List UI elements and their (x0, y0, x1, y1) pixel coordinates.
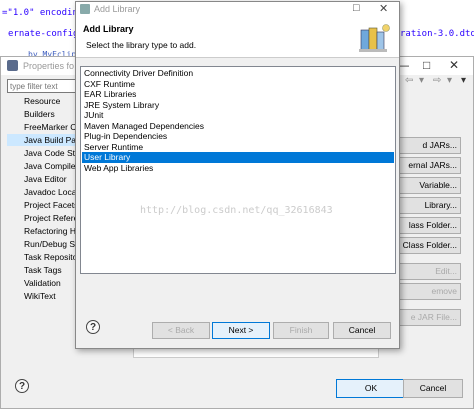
tree-item-java-compiler[interactable]: Java Compiler (7, 160, 79, 172)
tree-item-javadoc-location[interactable]: Javadoc Locat (7, 186, 79, 198)
help-icon[interactable]: ? (86, 320, 100, 334)
add-class-folder-button[interactable]: lass Folder... (391, 217, 461, 234)
add-variable-button[interactable]: Variable... (391, 177, 461, 194)
add-library-title-bar: Add Library □ ✕ (76, 2, 399, 16)
edit-button[interactable]: Edit... (391, 263, 461, 280)
tree-item-validation[interactable]: Validation (7, 277, 79, 289)
list-item[interactable]: Connectivity Driver Definition (82, 68, 394, 79)
list-item[interactable]: JUnit (82, 110, 394, 121)
add-library-dialog: Add Library □ ✕ Add Library Select the l… (75, 1, 400, 349)
tree-item-freemarker[interactable]: FreeMarker C (7, 121, 79, 133)
navigation-toolbar: ⇦ ▾ ⇨ ▾ ▾ (399, 75, 473, 89)
wizard-heading: Add Library (83, 24, 134, 34)
property-page-tree: Resource Builders FreeMarker C Java Buil… (7, 95, 79, 305)
help-icon[interactable]: ? (15, 379, 29, 393)
ok-button[interactable]: OK (336, 379, 406, 398)
list-item[interactable]: CXF Runtime (82, 79, 394, 90)
tree-item-java-code-style[interactable]: Java Code Sty (7, 147, 79, 159)
cancel-button[interactable]: Cancel (403, 379, 463, 398)
finish-button[interactable]: Finish (273, 322, 329, 339)
list-item[interactable]: Plug-in Dependencies (82, 131, 394, 142)
add-jars-button[interactable]: d JARs... (391, 137, 461, 154)
library-type-list[interactable]: Connectivity Driver Definition CXF Runti… (80, 66, 396, 274)
watermark-text: http://blog.csdn.net/qq_32616843 (140, 205, 333, 216)
tree-item-project-references[interactable]: Project Refere (7, 212, 79, 224)
wizard-header: Add Library Select the library type to a… (76, 16, 399, 58)
tree-item-refactoring-history[interactable]: Refactoring H (7, 225, 79, 237)
library-books-icon (359, 24, 390, 52)
migrate-jar-button[interactable]: e JAR File... (391, 309, 461, 326)
list-item-user-library[interactable]: User Library (82, 152, 394, 163)
eclipse-icon (7, 60, 18, 71)
tree-item-task-tags[interactable]: Task Tags (7, 264, 79, 276)
close-icon[interactable]: ✕ (379, 2, 388, 15)
tree-item-resource[interactable]: Resource (7, 95, 79, 107)
maximize-icon[interactable]: □ (423, 58, 430, 72)
filter-input[interactable] (7, 79, 77, 93)
list-item[interactable]: Server Runtime (82, 142, 394, 153)
tree-item-java-editor[interactable]: Java Editor (7, 173, 79, 185)
tree-item-project-facets[interactable]: Project Facets (7, 199, 79, 211)
list-item[interactable]: Maven Managed Dependencies (82, 121, 394, 132)
editor-line: ration-3.0.dtd" (400, 29, 474, 39)
list-item[interactable]: EAR Libraries (82, 89, 394, 100)
maximize-icon[interactable]: □ (353, 2, 360, 14)
list-item[interactable]: Web App Libraries (82, 163, 394, 174)
add-library-button[interactable]: Library... (391, 197, 461, 214)
close-icon[interactable]: ✕ (449, 58, 459, 72)
tree-item-java-build-path[interactable]: Java Build Pat (7, 134, 79, 146)
add-external-class-folder-button[interactable]: al Class Folder... (391, 237, 461, 254)
menu-dropdown-icon[interactable]: ▾ (461, 75, 466, 86)
tree-item-builders[interactable]: Builders (7, 108, 79, 120)
next-button[interactable]: Next > (212, 322, 270, 339)
tree-item-task-repository[interactable]: Task Reposito (7, 251, 79, 263)
dialog-title: Add Library (94, 4, 141, 14)
tree-item-wikitext[interactable]: WikiText (7, 290, 79, 302)
editor-line: ="1.0" encoding (2, 8, 84, 18)
back-button[interactable]: < Back (152, 322, 210, 339)
dropdown-icon[interactable]: ▾ (447, 75, 452, 86)
tree-item-run-debug-settings[interactable]: Run/Debug Se (7, 238, 79, 250)
dropdown-icon[interactable]: ▾ (419, 75, 424, 86)
list-item[interactable]: JRE System Library (82, 100, 394, 111)
forward-arrow-icon[interactable]: ⇨ (433, 75, 441, 86)
wizard-subtitle: Select the library type to add. (86, 40, 197, 50)
eclipse-icon (80, 4, 90, 14)
add-external-jars-button[interactable]: ernal JARs... (391, 157, 461, 174)
remove-button[interactable]: emove (391, 283, 461, 300)
properties-dialog: Properties fo — □ ✕ Resource Builders Fr… (0, 1, 474, 409)
properties-title: Properties fo (23, 61, 75, 71)
wizard-cancel-button[interactable]: Cancel (333, 322, 391, 339)
back-arrow-icon[interactable]: ⇦ (405, 75, 413, 86)
